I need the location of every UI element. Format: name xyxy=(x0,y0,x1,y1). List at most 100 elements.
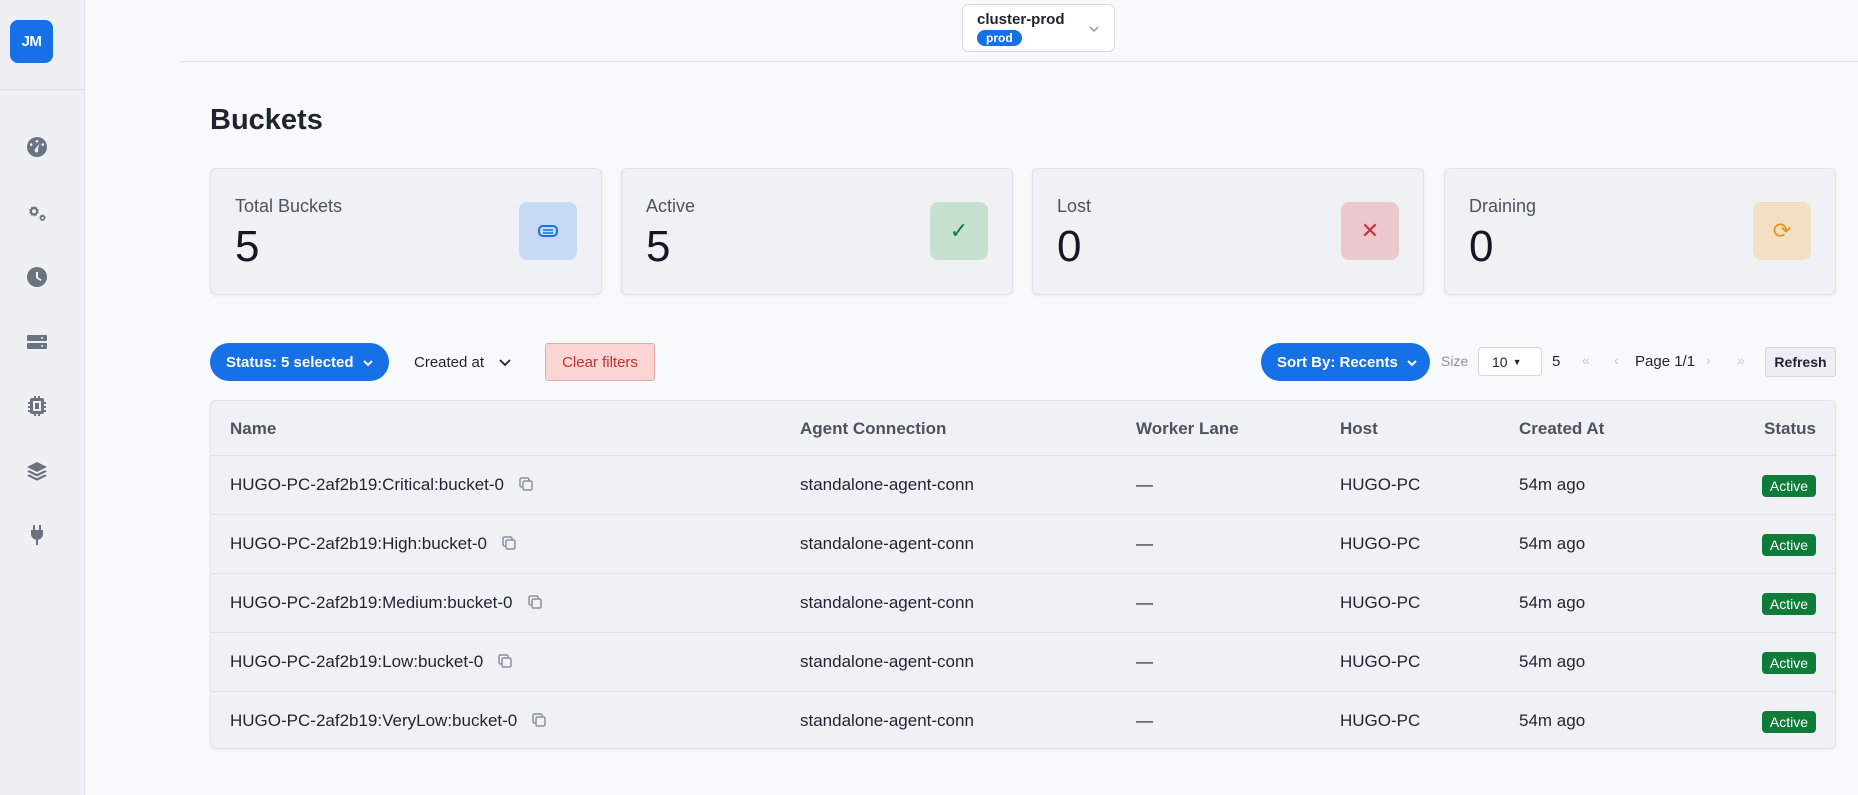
caret-down-icon: ▼ xyxy=(1512,356,1522,367)
dashboard-icon[interactable] xyxy=(21,131,53,163)
status-badge: Active xyxy=(1761,652,1816,674)
table-row[interactable]: HUGO-PC-2af2b19:VeryLow:bucket-0 standal… xyxy=(211,692,1835,748)
bucket-name-cell: HUGO-PC-2af2b19:Medium:bucket-0 xyxy=(230,593,543,613)
clock-icon[interactable] xyxy=(21,261,53,293)
status-badge: Active xyxy=(1761,593,1816,615)
agent-connection-cell: standalone-agent-conn xyxy=(800,534,974,553)
table-row[interactable]: HUGO-PC-2af2b19:Critical:bucket-0 standa… xyxy=(211,456,1835,515)
status-filter-button[interactable]: Status: 5 selected xyxy=(210,343,389,381)
bucket-name-cell: HUGO-PC-2af2b19:Low:bucket-0 xyxy=(230,652,513,672)
chevron-down-icon xyxy=(498,355,512,369)
buckets-table: Name Agent Connection Worker Lane Host C… xyxy=(210,400,1836,749)
sort-by-button[interactable]: Sort By: Recents xyxy=(1261,343,1430,381)
sidebar-divider xyxy=(0,89,85,90)
column-header-status[interactable]: Status xyxy=(1764,419,1816,439)
refresh-button[interactable]: Refresh xyxy=(1765,347,1836,377)
stat-label: Active xyxy=(646,196,696,216)
copy-icon[interactable] xyxy=(497,653,513,669)
bucket-name: HUGO-PC-2af2b19:High:bucket-0 xyxy=(230,534,488,553)
env-badge: prod xyxy=(977,30,1022,46)
table-row[interactable]: HUGO-PC-2af2b19:Low:bucket-0 standalone-… xyxy=(211,633,1835,692)
host-cell: HUGO-PC xyxy=(1340,534,1421,553)
column-header-created-at[interactable]: Created At xyxy=(1519,419,1604,439)
stat-value: 0 xyxy=(1057,222,1082,271)
total-count: 5 xyxy=(1552,353,1561,370)
last-page-button[interactable]: » xyxy=(1737,352,1745,368)
cluster-name: cluster-prod xyxy=(977,11,1065,28)
host-cell: HUGO-PC xyxy=(1340,711,1421,730)
bucket-name: HUGO-PC-2af2b19:VeryLow:bucket-0 xyxy=(230,711,518,730)
chevron-down-icon xyxy=(1406,356,1418,368)
status-badge: Active xyxy=(1761,475,1816,497)
layers-icon[interactable] xyxy=(21,455,53,487)
stat-card-active: Active 5 ✓ xyxy=(621,168,1013,295)
table-row[interactable]: HUGO-PC-2af2b19:Medium:bucket-0 standalo… xyxy=(211,574,1835,633)
agent-connection-cell: standalone-agent-conn xyxy=(800,711,974,730)
created-at-filter-button[interactable]: Created at xyxy=(414,343,512,381)
table-row[interactable]: HUGO-PC-2af2b19:High:bucket-0 standalone… xyxy=(211,515,1835,574)
created-at-cell: 54m ago xyxy=(1519,593,1586,612)
column-header-name[interactable]: Name xyxy=(230,419,276,439)
first-page-button[interactable]: « xyxy=(1582,352,1590,368)
page-size-value: 10 xyxy=(1492,353,1508,370)
stat-label: Total Buckets xyxy=(235,196,343,216)
created-at-cell: 54m ago xyxy=(1519,711,1586,730)
prev-page-button[interactable]: ‹ xyxy=(1614,352,1619,368)
created-at-cell: 54m ago xyxy=(1519,652,1586,671)
chevron-down-icon xyxy=(362,356,374,368)
agent-connection-cell: standalone-agent-conn xyxy=(800,652,974,671)
agent-connection-cell: standalone-agent-conn xyxy=(800,475,974,494)
bucket-name-cell: HUGO-PC-2af2b19:VeryLow:bucket-0 xyxy=(230,711,547,731)
copy-icon[interactable] xyxy=(527,594,543,610)
bucket-name-cell: HUGO-PC-2af2b19:Critical:bucket-0 xyxy=(230,475,534,495)
chevron-down-icon xyxy=(1088,22,1100,34)
status-badge: Active xyxy=(1761,534,1816,556)
worker-lane-cell: — xyxy=(1136,711,1153,730)
worker-lane-cell: — xyxy=(1136,475,1153,494)
created-at-cell: 54m ago xyxy=(1519,475,1586,494)
page-title: Buckets xyxy=(210,104,323,136)
stat-label: Lost xyxy=(1057,196,1092,216)
sort-by-label: Sort By: Recents xyxy=(1277,353,1398,371)
page-indicator: Page 1/1 xyxy=(1635,353,1696,370)
table-header: Name Agent Connection Worker Lane Host C… xyxy=(211,401,1835,456)
host-cell: HUGO-PC xyxy=(1340,475,1421,494)
clear-filters-button[interactable]: Clear filters xyxy=(545,343,655,381)
settings-gears-icon[interactable] xyxy=(21,197,53,229)
host-cell: HUGO-PC xyxy=(1340,593,1421,612)
agent-connection-cell: standalone-agent-conn xyxy=(800,593,974,612)
bucket-name: HUGO-PC-2af2b19:Critical:bucket-0 xyxy=(230,475,504,494)
cpu-chip-icon[interactable] xyxy=(21,390,53,422)
worker-lane-cell: — xyxy=(1136,652,1153,671)
next-page-button[interactable]: › xyxy=(1706,352,1711,368)
column-header-host[interactable]: Host xyxy=(1340,419,1378,439)
copy-icon[interactable] xyxy=(518,476,534,492)
bucket-name: HUGO-PC-2af2b19:Medium:bucket-0 xyxy=(230,593,513,612)
x-icon: ✕ xyxy=(1341,202,1399,260)
copy-icon[interactable] xyxy=(531,712,547,728)
copy-icon[interactable] xyxy=(501,535,517,551)
stat-value: 5 xyxy=(646,222,671,271)
sidebar: JM xyxy=(0,0,85,795)
column-header-worker-lane[interactable]: Worker Lane xyxy=(1136,419,1239,439)
app-logo[interactable]: JM xyxy=(10,20,53,63)
created-at-label: Created at xyxy=(414,353,485,371)
worker-lane-cell: — xyxy=(1136,534,1153,553)
refresh-icon: ⟳ xyxy=(1753,202,1811,260)
created-at-cell: 54m ago xyxy=(1519,534,1586,553)
plug-icon[interactable] xyxy=(21,519,53,551)
check-icon: ✓ xyxy=(930,202,988,260)
stat-value: 0 xyxy=(1469,222,1494,271)
page-size-label: Size xyxy=(1441,353,1469,369)
cluster-selector[interactable]: cluster-prod prod xyxy=(962,4,1115,52)
page-size-select[interactable]: 10 ▼ xyxy=(1478,347,1542,376)
stat-value: 5 xyxy=(235,222,260,271)
column-header-agent-connection[interactable]: Agent Connection xyxy=(800,419,946,439)
host-cell: HUGO-PC xyxy=(1340,652,1421,671)
stat-card-total: Total Buckets 5 xyxy=(210,168,602,295)
worker-lane-cell: — xyxy=(1136,593,1153,612)
stat-card-draining: Draining 0 ⟳ xyxy=(1444,168,1836,295)
server-icon[interactable] xyxy=(21,326,53,358)
status-badge: Active xyxy=(1761,711,1816,733)
stat-card-lost: Lost 0 ✕ xyxy=(1032,168,1424,295)
